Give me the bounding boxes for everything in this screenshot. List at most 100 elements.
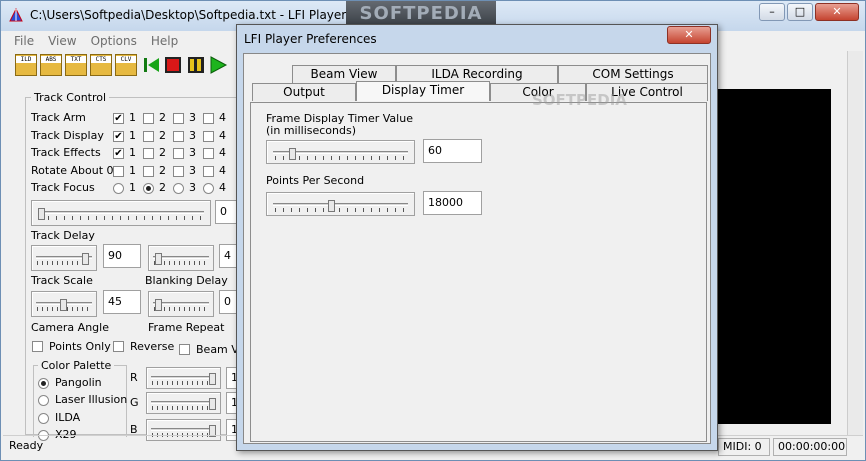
- menu-file[interactable]: File: [7, 32, 41, 50]
- open-ild-button[interactable]: ILD: [15, 54, 37, 76]
- open-clv-button[interactable]: CLV: [115, 54, 137, 76]
- reverse-checkbox[interactable]: [113, 341, 124, 352]
- menu-options[interactable]: Options: [84, 32, 144, 50]
- track-number-label: 4: [219, 111, 226, 124]
- dialog-title: LFI Player Preferences: [244, 32, 377, 46]
- menu-view[interactable]: View: [41, 32, 83, 50]
- track-delay-slider[interactable]: [31, 245, 97, 271]
- minimize-button[interactable]: –: [759, 3, 785, 21]
- open-abs-label: ABS: [41, 56, 61, 63]
- track-delay-label: Track Delay: [31, 229, 95, 242]
- track-checkbox[interactable]: [143, 148, 154, 159]
- palette-radio[interactable]: [38, 395, 49, 406]
- tab-display-timer[interactable]: Display Timer: [356, 81, 490, 101]
- dialog-close-button[interactable]: ✕: [667, 26, 711, 44]
- track-number-label: 3: [189, 146, 196, 159]
- track-checkbox[interactable]: [143, 131, 154, 142]
- track-scale-value[interactable]: 45: [103, 290, 141, 314]
- dialog-client: Beam View ILDA Recording COM Settings Outpu…: [243, 53, 711, 444]
- track-focus-radio[interactable]: [143, 183, 154, 194]
- window-title: C:\Users\Softpedia\Desktop\Softpedia.txt…: [30, 8, 347, 22]
- play-icon[interactable]: [207, 54, 229, 76]
- track-checkbox[interactable]: [173, 131, 184, 142]
- pause-icon[interactable]: [185, 54, 207, 76]
- tab-color[interactable]: Color: [490, 83, 586, 101]
- track-number-label: 1: [129, 181, 136, 194]
- open-clv-label: CLV: [116, 56, 136, 63]
- track-focus-radio[interactable]: [173, 183, 184, 194]
- track-checkbox[interactable]: [113, 166, 124, 177]
- track-number-label: 1: [129, 146, 136, 159]
- points-per-second-thumb[interactable]: [328, 200, 335, 212]
- track-checkbox[interactable]: ✔: [113, 131, 124, 142]
- beam-view-checkbox[interactable]: [179, 344, 190, 355]
- track-checkbox[interactable]: [143, 166, 154, 177]
- preferences-dialog: LFI Player Preferences ✕ Beam View ILDA R…: [236, 24, 718, 451]
- frame-timer-sublabel: (in milliseconds): [266, 124, 357, 137]
- open-ild-label: ILD: [16, 56, 36, 63]
- close-button[interactable]: ✕: [815, 3, 859, 21]
- track-checkbox[interactable]: [203, 131, 214, 142]
- track-number-label: 1: [129, 164, 136, 177]
- palette-option-label: Laser Illusion: [55, 393, 128, 406]
- track-delay-value[interactable]: 90: [103, 244, 141, 268]
- track-checkbox[interactable]: [143, 113, 154, 124]
- track-focus-slider[interactable]: [31, 200, 211, 226]
- points-per-second-label: Points Per Second: [266, 174, 365, 187]
- track-number-label: 4: [219, 129, 226, 142]
- blanking-delay-label: Blanking Delay: [145, 274, 228, 287]
- palette-radio[interactable]: [38, 413, 49, 424]
- track-number-label: 3: [189, 164, 196, 177]
- status-midi: MIDI: 0: [718, 438, 770, 456]
- palette-option-label: Pangolin: [55, 376, 102, 389]
- vertical-scrollbar[interactable]: [847, 51, 863, 435]
- points-per-second-slider[interactable]: [266, 192, 415, 216]
- track-number-label: 2: [159, 146, 166, 159]
- palette-radio[interactable]: [38, 378, 49, 389]
- track-number-label: 2: [159, 181, 166, 194]
- open-txt-label: TXT: [66, 56, 86, 63]
- track-focus-radio[interactable]: [203, 183, 214, 194]
- track-number-label: 2: [159, 129, 166, 142]
- open-cts-label: CTS: [91, 56, 111, 63]
- track-checkbox[interactable]: [203, 148, 214, 159]
- open-abs-button[interactable]: ABS: [40, 54, 62, 76]
- track-delay-slider-2[interactable]: [148, 245, 214, 271]
- track-checkbox[interactable]: [173, 113, 184, 124]
- track-checkbox[interactable]: ✔: [113, 148, 124, 159]
- track-checkbox[interactable]: [203, 166, 214, 177]
- track-number-label: 3: [189, 181, 196, 194]
- frame-timer-thumb[interactable]: [289, 148, 296, 160]
- track-row-label: Track Effects: [31, 146, 101, 159]
- rgb-slider[interactable]: [146, 367, 221, 389]
- track-checkbox[interactable]: ✔: [113, 113, 124, 124]
- open-cts-button[interactable]: CTS: [90, 54, 112, 76]
- track-number-label: 1: [129, 111, 136, 124]
- tab-live-control[interactable]: Live Control: [586, 83, 708, 101]
- track-checkbox[interactable]: [173, 166, 184, 177]
- blanking-delay-slider[interactable]: [148, 291, 214, 317]
- frame-timer-slider[interactable]: [266, 140, 415, 164]
- skip-start-icon[interactable]: [141, 54, 163, 76]
- track-checkbox[interactable]: [173, 148, 184, 159]
- track-scale-slider[interactable]: [31, 291, 97, 317]
- points-per-second-input[interactable]: 18000: [423, 191, 482, 215]
- beam-view-label: Beam Vi: [196, 343, 242, 356]
- camera-angle-label: Camera Angle: [31, 321, 109, 334]
- track-row-label: Track Display: [31, 129, 104, 142]
- palette-option-label: ILDA: [55, 411, 81, 424]
- open-txt-button[interactable]: TXT: [65, 54, 87, 76]
- tab-output[interactable]: Output: [252, 83, 356, 101]
- stop-icon[interactable]: [162, 54, 184, 76]
- frame-timer-input[interactable]: 60: [423, 139, 482, 163]
- track-checkbox[interactable]: [203, 113, 214, 124]
- reverse-label: Reverse: [130, 340, 175, 353]
- points-only-checkbox[interactable]: [32, 341, 43, 352]
- track-focus-radio[interactable]: [113, 183, 124, 194]
- maximize-button[interactable]: □: [787, 3, 813, 21]
- menu-help[interactable]: Help: [144, 32, 185, 50]
- track-scale-label: Track Scale: [31, 274, 93, 287]
- tab-com-settings[interactable]: COM Settings: [558, 65, 708, 83]
- points-only-label: Points Only: [49, 340, 111, 353]
- rgb-slider[interactable]: [146, 392, 221, 414]
